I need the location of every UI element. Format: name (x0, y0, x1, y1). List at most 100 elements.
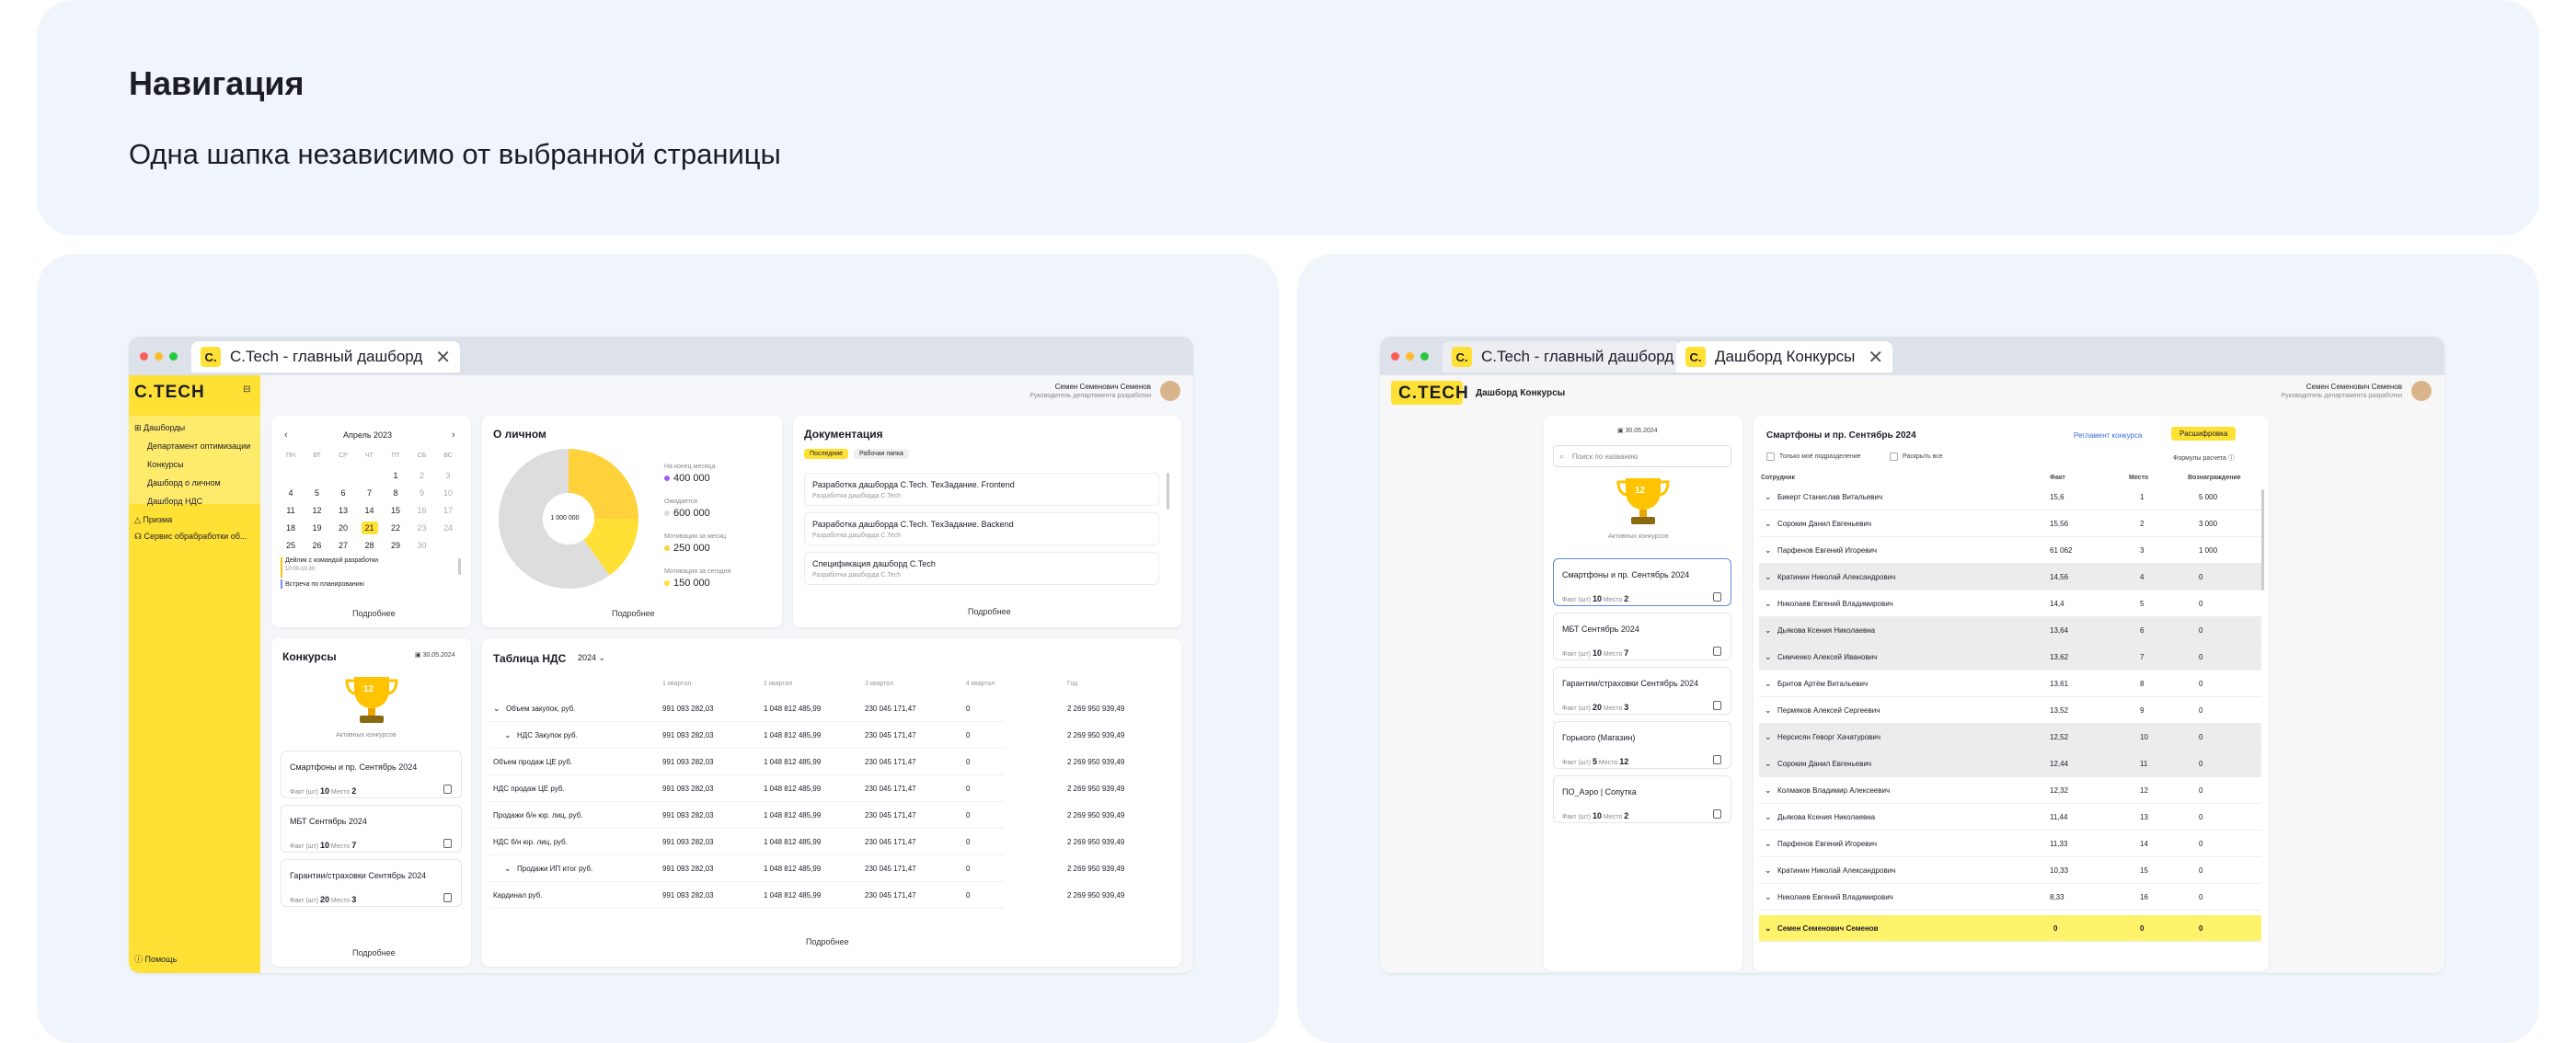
tab-recent[interactable]: Последние (804, 449, 849, 459)
sidebar-subitem[interactable]: Дашборд НДС (147, 497, 202, 506)
contest-card[interactable]: МБТ Сентябрь 2024 Факт (шт) 10 Место 7 (281, 805, 462, 853)
calendar-day[interactable]: 6 (335, 487, 351, 499)
table-row[interactable]: ⌄ Объем закупок, руб. 991 093 282,03 1 048 … (489, 695, 1124, 722)
next-month-icon[interactable]: › (452, 430, 455, 441)
doc-item[interactable]: Разработка дашборда C.Tech. ТехЗадание. … (804, 512, 1159, 545)
contest-card[interactable]: Гарантии/страховки Сентябрь 2024 Факт (шт… (1553, 667, 1731, 715)
sidebar-subitem[interactable]: Департамент оптимизации (147, 441, 250, 451)
minimize-dot[interactable] (155, 352, 163, 361)
calendar-day[interactable]: 30 (414, 539, 431, 552)
sidebar-item-dashboards[interactable]: ⊞ Дашборды (134, 423, 185, 433)
contest-card[interactable]: Горького (Магазин) Факт (шт) 5 Место 12 (1553, 721, 1731, 769)
maximize-dot[interactable] (169, 352, 178, 361)
contest-card[interactable]: Смартфоны и пр. Сентябрь 2024 Факт (шт) 1… (281, 751, 462, 798)
table-row[interactable]: ⌄ Николаев Евгений Владимирович 14,4 5 0 (1759, 590, 2261, 617)
scrollbar[interactable] (2261, 489, 2264, 590)
sidebar-item-service[interactable]: ☊ Сервис обрабработки об... (134, 532, 247, 542)
table-row[interactable]: ⌄ Нерсисян Геворг Хачатурович 12,52 10 0 (1759, 724, 2261, 751)
calendar-day[interactable]: 11 (282, 504, 299, 517)
formulas-link[interactable]: Формулы расчета ⓘ (2173, 453, 2235, 463)
calendar-day[interactable]: 7 (362, 487, 378, 499)
search-input[interactable]: ⌕ Поиск по названию (1553, 445, 1731, 467)
table-row[interactable]: ⌄ Николаев Евгений Владимирович 8,33 16 0 (1759, 884, 2261, 911)
chevron-down-icon[interactable]: ⌄ (1765, 785, 1772, 796)
chevron-down-icon[interactable]: ⌄ (1765, 679, 1772, 689)
sidebar-subitem[interactable]: Дашборд о личном (147, 478, 221, 487)
only-mine-checkbox[interactable] (1766, 453, 1775, 461)
table-row[interactable]: ⌄ Пермяков Алексей Сергеевич 13,52 9 0 (1759, 697, 2261, 724)
chevron-down-icon[interactable]: ⌄ (1765, 759, 1772, 769)
calendar-day[interactable]: 26 (309, 539, 326, 552)
copy-icon[interactable] (1713, 701, 1721, 710)
calendar-day[interactable]: 28 (362, 539, 378, 552)
table-row[interactable]: ⌄ Сорокин Данил Евгеньевич 15,56 2 3 000 (1759, 510, 2261, 537)
contest-card[interactable]: МБТ Сентябрь 2024 Факт (шт) 10 Место 7 (1553, 613, 1731, 660)
chevron-down-icon[interactable]: ⌄ (1765, 625, 1772, 636)
chevron-down-icon[interactable]: ⌄ (1765, 839, 1772, 849)
sidebar-item-prizma[interactable]: △ Призма (134, 515, 172, 525)
year-select[interactable]: 2024 ⌄ (578, 653, 605, 663)
calendar-day[interactable]: 22 (387, 522, 404, 534)
more-link[interactable]: Подробнее (968, 607, 1011, 616)
calendar-day[interactable]: 21 (361, 522, 378, 534)
copy-icon[interactable] (1713, 592, 1721, 602)
calendar-day[interactable]: 16 (414, 504, 431, 517)
chevron-down-icon[interactable]: ⌄ (1765, 599, 1772, 609)
doc-item[interactable]: Разработка дашборда C.Tech. ТехЗадание. … (804, 473, 1159, 506)
calendar-day[interactable]: 25 (282, 539, 299, 552)
copy-icon[interactable] (1713, 647, 1721, 656)
table-row[interactable]: ⌄ Бикерт Станислав Витальевич 15,6 1 5 000 (1759, 484, 2261, 510)
copy-icon[interactable] (443, 785, 452, 794)
expand-all-checkbox[interactable] (1890, 453, 1898, 461)
event-title[interactable]: Дейлик с командой разработки (285, 557, 378, 564)
table-row[interactable]: ⌄ Бритов Артём Витальевич 13,61 8 0 (1759, 670, 2261, 697)
breakdown-button[interactable]: Расшифровка (2171, 427, 2237, 441)
table-row[interactable]: ⌄ Сорокин Данил Евгеньевич 12,44 11 0 (1759, 751, 2261, 777)
close-tab-icon[interactable]: ✕ (435, 346, 451, 369)
rules-link[interactable]: Регламент конкурса (2074, 431, 2142, 440)
ctech-logo[interactable]: C.TECH (1398, 384, 1469, 404)
calendar-day[interactable]: 24 (440, 522, 456, 534)
chevron-down-icon[interactable]: ⌄ (504, 864, 512, 874)
calendar-day[interactable]: 2 (414, 469, 431, 482)
chevron-down-icon[interactable]: ⌄ (493, 704, 500, 714)
chevron-down-icon[interactable]: ⌄ (1765, 892, 1772, 902)
calendar-day[interactable]: 15 (387, 504, 404, 517)
scrollbar[interactable] (458, 558, 461, 575)
table-row[interactable]: ⌄ НДС Закупок руб. 991 093 282,03 1 048 812… (489, 722, 1124, 749)
table-row[interactable]: Объем продаж ЦЕ руб. 991 093 282,03 1 048 … (489, 749, 1124, 775)
table-row[interactable]: ⌄ Парфенов Евгений Игоревич 11,33 14 0 (1759, 831, 2261, 857)
scrollbar[interactable] (1167, 473, 1169, 510)
contest-card[interactable]: Гарантии/страховки Сентябрь 2024 Факт (шт… (281, 859, 462, 907)
minimize-dot[interactable] (1406, 352, 1414, 361)
table-row[interactable]: ⌄ Кратинин Николай Александрович 10,33 15 0 (1759, 857, 2261, 884)
sidebar-subitem[interactable]: Конкурсы (147, 460, 184, 469)
maximize-dot[interactable] (1420, 352, 1429, 361)
chevron-down-icon[interactable]: ⌄ (1765, 812, 1772, 822)
table-row[interactable]: ⌄ Кратинин Николай Александрович 14,56 4 0 (1759, 564, 2261, 590)
chevron-down-icon[interactable]: ⌄ (1765, 652, 1772, 662)
calendar-day[interactable]: 17 (440, 504, 456, 517)
calendar-day[interactable]: 19 (309, 522, 326, 534)
chevron-down-icon[interactable]: ⌄ (1765, 519, 1772, 529)
table-row[interactable]: ⌄ Парфенов Евгений Игоревич 61 062 3 1 000 (1759, 537, 2261, 564)
tab-workfolder[interactable]: Рабочая папка (854, 449, 909, 459)
table-row[interactable]: ⌄ Симченко Алексей Иванович 13,62 7 0 (1759, 644, 2261, 670)
copy-icon[interactable] (1713, 809, 1721, 819)
calendar-day[interactable]: 23 (414, 522, 431, 534)
close-dot[interactable] (1391, 352, 1399, 361)
calendar-day[interactable]: 4 (282, 487, 299, 499)
more-link[interactable]: Подробнее (352, 948, 396, 957)
calendar-day[interactable]: 1 (387, 469, 404, 482)
calendar-day[interactable]: 20 (335, 522, 351, 534)
calendar-day[interactable]: 3 (440, 469, 456, 482)
table-row[interactable]: ⌄ Продажи ИП итог руб. 991 093 282,03 1 048… (489, 855, 1124, 882)
calendar-day[interactable]: 29 (387, 539, 404, 552)
chevron-down-icon[interactable]: ⌄ (1765, 865, 1772, 876)
calendar-day[interactable]: 14 (362, 504, 378, 517)
more-link[interactable]: Подробнее (352, 609, 396, 618)
contest-card[interactable]: ПО_Аэро | Сопутка Факт (шт) 10 Место 2 (1553, 775, 1731, 823)
table-row[interactable]: ⌄ Дьякова Ксения Николаевна 11,44 13 0 (1759, 804, 2261, 831)
tab-main-dashboard[interactable]: C. C.Tech - главный дашборд ✕ (191, 341, 461, 372)
avatar[interactable] (1160, 381, 1180, 401)
